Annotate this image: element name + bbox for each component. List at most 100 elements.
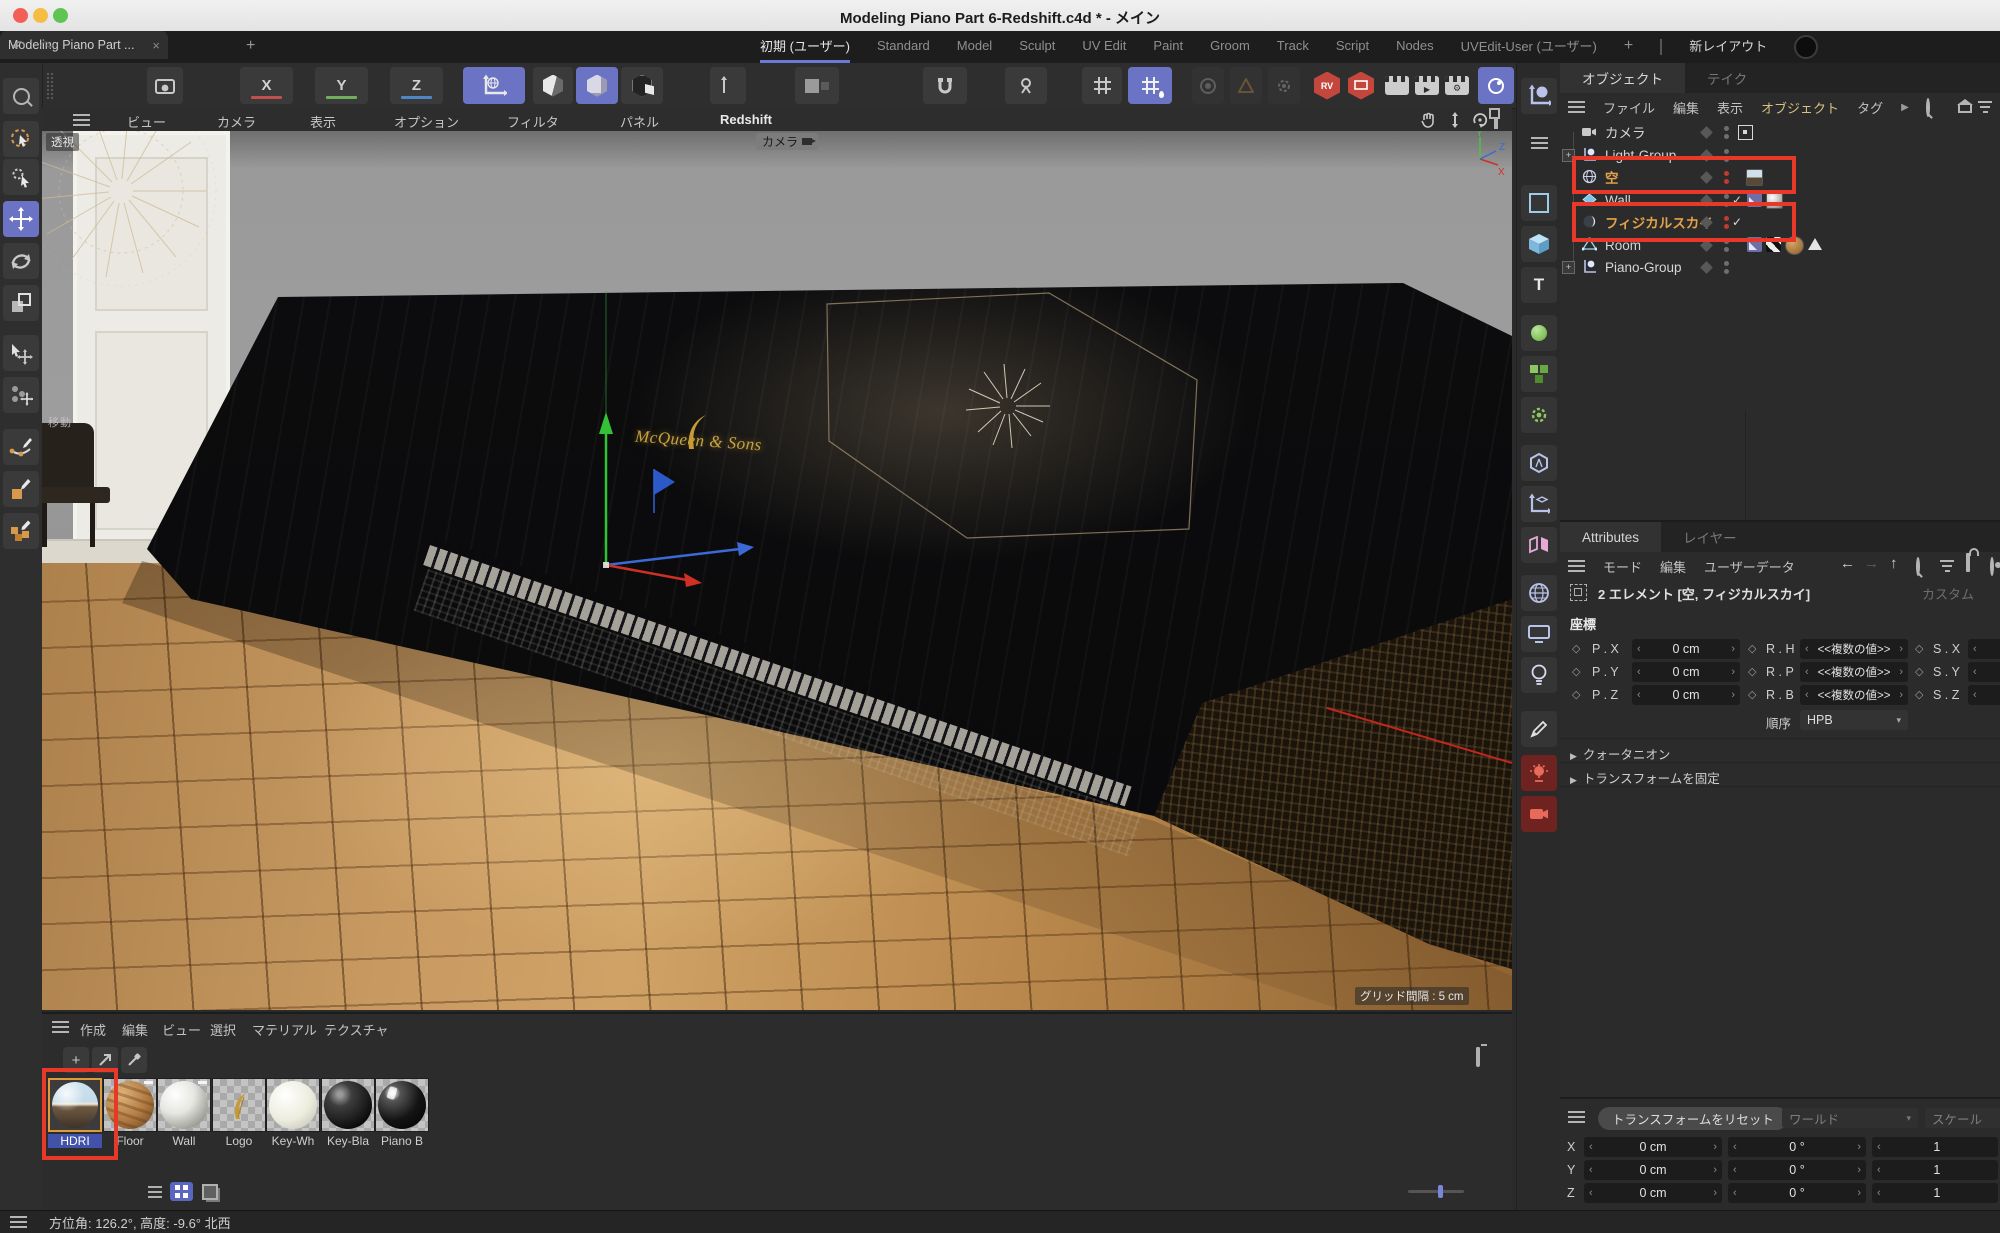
cloner-icon[interactable]: [1521, 356, 1557, 392]
workplane-button[interactable]: [710, 67, 746, 104]
visibility-dots[interactable]: [1724, 216, 1729, 229]
material-piano-black[interactable]: Piano B: [375, 1078, 429, 1148]
material-key-white[interactable]: Key-Wh: [266, 1078, 320, 1148]
texture-tag[interactable]: [1766, 237, 1781, 252]
make-editable-button[interactable]: [533, 67, 573, 104]
status-menu-icon[interactable]: [10, 1216, 27, 1228]
render-to-picture-viewer-button[interactable]: ▶: [1412, 67, 1442, 104]
layer-diamond-icon[interactable]: [1700, 261, 1713, 274]
key-diamond-icon[interactable]: ◇: [1915, 665, 1923, 678]
key-diamond-icon[interactable]: ◇: [1572, 688, 1580, 701]
coord-z-pos[interactable]: ‹0 cm›: [1584, 1183, 1722, 1203]
coord-y-pos[interactable]: ‹0 cm›: [1584, 1160, 1722, 1180]
object-row-camera[interactable]: カメラ: [1560, 121, 2000, 143]
spline-pen-icon[interactable]: [3, 429, 39, 465]
plane-object-icon[interactable]: [1521, 185, 1557, 221]
material-logo[interactable]: Logo: [212, 1078, 266, 1148]
visibility-dots[interactable]: [1724, 171, 1729, 184]
redshift-light-icon[interactable]: [1521, 755, 1557, 791]
viewport-menu-filter[interactable]: フィルタ: [507, 112, 559, 131]
add-layout-button[interactable]: +: [1624, 31, 1633, 63]
rotate-tool-icon[interactable]: [3, 243, 39, 279]
material-list-view-icon[interactable]: [143, 1182, 166, 1201]
layer-diamond-icon[interactable]: [1700, 171, 1713, 184]
enabled-check-icon[interactable]: ✓: [1732, 215, 1742, 229]
key-diamond-icon[interactable]: ◇: [1915, 688, 1923, 701]
delete-material-icon[interactable]: [1476, 1050, 1480, 1065]
wall-material-tag[interactable]: [1766, 192, 1783, 209]
layer-diamond-icon[interactable]: [1700, 194, 1713, 207]
layout-tab-groom[interactable]: Groom: [1210, 31, 1250, 63]
sz-field[interactable]: ‹: [1968, 685, 2000, 705]
slider-handle[interactable]: [1438, 1185, 1443, 1198]
floor-material-tag[interactable]: [1785, 236, 1804, 255]
material-wall[interactable]: Wall: [157, 1078, 211, 1148]
viewport-menu-options[interactable]: オプション: [394, 112, 459, 131]
thumbnail-size-slider[interactable]: [1408, 1190, 1464, 1193]
expand-icon[interactable]: +: [1562, 261, 1575, 274]
visibility-dots[interactable]: [1724, 239, 1729, 252]
viewport-pan-icon[interactable]: [1420, 112, 1438, 128]
material-menu-edit[interactable]: 編集: [122, 1020, 148, 1039]
rh-field[interactable]: ‹<<複数の値>>›: [1800, 639, 1908, 659]
live-selection-icon[interactable]: [3, 121, 39, 157]
key-diamond-icon[interactable]: ◇: [1748, 665, 1756, 678]
attr-search-icon[interactable]: [1916, 557, 1920, 576]
coordinate-system-button[interactable]: [463, 67, 525, 104]
uv-tag[interactable]: [1747, 192, 1762, 207]
coord-z-rot[interactable]: ‹0 °›: [1728, 1183, 1866, 1203]
axis-modify-icon[interactable]: [1521, 486, 1557, 522]
rb-field[interactable]: ‹<<複数の値>>›: [1800, 685, 1908, 705]
om-menu-more-icon[interactable]: ▶: [1901, 102, 1909, 113]
globe-icon[interactable]: [1521, 575, 1557, 611]
transform-tool-icon[interactable]: [3, 335, 39, 371]
om-menu-file[interactable]: ファイル: [1603, 98, 1655, 117]
grid-button[interactable]: [1082, 67, 1122, 104]
layout-tab-track[interactable]: Track: [1277, 31, 1309, 63]
commander-search-icon[interactable]: [3, 78, 39, 114]
object-row-wall[interactable]: Wall ✓: [1560, 189, 2000, 211]
viewport-menu-redshift[interactable]: Redshift: [720, 112, 772, 127]
material-floor[interactable]: Floor: [103, 1078, 157, 1148]
object-row-room[interactable]: Room: [1560, 234, 2000, 256]
screen-icon[interactable]: [1521, 616, 1557, 652]
attr-track-icon[interactable]: [1990, 557, 1994, 576]
freeze-transform-section[interactable]: ▶トランスフォームを固定: [1570, 768, 1720, 787]
attr-forward-icon[interactable]: →: [1864, 555, 1879, 572]
coord-y-rot[interactable]: ‹0 °›: [1728, 1160, 1866, 1180]
enabled-check-icon[interactable]: ✓: [1732, 193, 1742, 207]
tab-attributes[interactable]: Attributes: [1560, 522, 1661, 552]
layer-diamond-icon[interactable]: [1700, 149, 1713, 162]
coordinates-palette-icon[interactable]: [1521, 78, 1557, 114]
om-menu-edit[interactable]: 編集: [1673, 98, 1699, 117]
quantize-grid-button[interactable]: [1128, 67, 1172, 104]
layout-switch-icon[interactable]: [1794, 35, 1818, 59]
tweak-mode-icon[interactable]: [3, 159, 39, 195]
scale-tool-icon[interactable]: [3, 285, 39, 321]
visibility-dots[interactable]: [1724, 194, 1729, 207]
viewport-menu-camera[interactable]: カメラ: [217, 112, 256, 131]
material-hdri[interactable]: HDRI: [48, 1078, 102, 1148]
layout-tab-initial[interactable]: 初期 (ユーザー): [760, 31, 850, 63]
phong-tag[interactable]: [1808, 238, 1822, 250]
render-view-button[interactable]: [1382, 67, 1412, 104]
object-row-physical-sky[interactable]: フィジカルスカイ ✓: [1560, 211, 2000, 233]
coord-menu-icon[interactable]: [1568, 1111, 1585, 1123]
key-diamond-icon[interactable]: ◇: [1572, 665, 1580, 678]
om-filter-icon[interactable]: [1978, 101, 1992, 113]
cube-object-icon[interactable]: [1521, 226, 1557, 262]
snap-modes-icon[interactable]: [1005, 67, 1047, 104]
viewport-menu-display[interactable]: 表示: [310, 112, 336, 131]
edit-pen-icon[interactable]: [1521, 711, 1557, 747]
material-grid-view-icon[interactable]: [170, 1182, 193, 1201]
layout-tab-script[interactable]: Script: [1336, 31, 1369, 63]
viewport-menu-icon[interactable]: [73, 114, 90, 126]
sx-field[interactable]: ‹: [1968, 639, 2000, 659]
redshift-render-button[interactable]: [1345, 67, 1377, 104]
attr-menu-icon[interactable]: [1568, 560, 1585, 572]
simulation-icon[interactable]: [1192, 67, 1224, 104]
coords-section-header[interactable]: 座標: [1570, 614, 1596, 633]
layout-tab-uvedit[interactable]: UV Edit: [1082, 31, 1126, 63]
py-field[interactable]: ‹0 cm›: [1632, 662, 1740, 682]
viewport-dolly-icon[interactable]: [1448, 112, 1462, 128]
